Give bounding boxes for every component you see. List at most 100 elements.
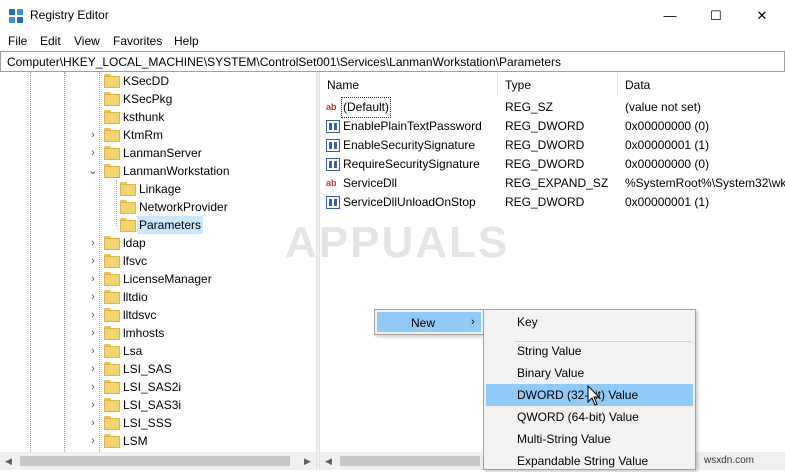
folder-icon: [104, 344, 120, 358]
menu-favorites[interactable]: Favorites: [113, 34, 162, 48]
menu-item-new[interactable]: New ›: [377, 312, 481, 332]
submenu-item-qword-value[interactable]: QWORD (64-bit) Value: [486, 406, 693, 428]
submenu-item-string-value[interactable]: String Value: [486, 340, 693, 362]
registry-editor-icon: [9, 9, 23, 23]
expand-icon[interactable]: ›: [88, 144, 98, 162]
value-row[interactable]: ab (Default) REG_SZ (value not set): [320, 97, 785, 118]
value-data: 0x00000001 (1): [625, 138, 710, 152]
expand-icon[interactable]: ›: [88, 432, 98, 450]
tree-guide-line: [99, 72, 100, 452]
expand-icon[interactable]: [88, 72, 98, 90]
tree-horizontal-scrollbar[interactable]: ◀ ▶: [0, 452, 316, 470]
collapse-icon[interactable]: ⌄: [88, 162, 98, 180]
value-row[interactable]: ab ServiceDll REG_EXPAND_SZ %SystemRoot%…: [320, 174, 785, 193]
expand-icon[interactable]: ›: [88, 234, 98, 252]
close-button[interactable]: ✕: [739, 0, 785, 31]
scroll-thumb[interactable]: [340, 456, 480, 466]
scroll-right-icon[interactable]: ▶: [299, 452, 316, 470]
expand-icon[interactable]: ›: [88, 342, 98, 360]
expand-icon[interactable]: ›: [88, 378, 98, 396]
folder-icon: [104, 146, 120, 160]
value-type: REG_SZ: [505, 100, 554, 114]
value-row[interactable]: EnableSecuritySignature REG_DWORD 0x0000…: [320, 136, 785, 155]
tree-item-label: Linkage: [139, 182, 182, 196]
expand-icon[interactable]: ›: [88, 306, 98, 324]
value-type: REG_DWORD: [505, 138, 585, 152]
folder-icon: [104, 326, 120, 340]
tree-guide-line: [30, 72, 31, 452]
folder-icon: [104, 92, 120, 106]
menu-view[interactable]: View: [74, 34, 100, 48]
value-name: ServiceDllUnloadOnStop: [343, 195, 476, 209]
title-bar: Registry Editor — ☐ ✕: [0, 0, 785, 31]
column-header-data[interactable]: Data: [618, 72, 785, 96]
string-value-icon: ab: [326, 178, 337, 188]
expand-icon[interactable]: ›: [88, 360, 98, 378]
tree-item-label: lltdsvc: [123, 308, 157, 322]
expand-icon[interactable]: ›: [88, 288, 98, 306]
binary-value-icon: [326, 139, 340, 152]
tree-guide-line: [116, 180, 117, 226]
value-data: 0x00000001 (1): [625, 195, 710, 209]
binary-value-icon: [326, 120, 340, 133]
window-title: Registry Editor: [30, 8, 109, 22]
tree-item-label: LicenseManager: [123, 272, 212, 286]
folder-icon: [104, 74, 120, 88]
column-header-type[interactable]: Type: [498, 72, 618, 96]
scroll-left-icon[interactable]: ◀: [320, 452, 337, 470]
value-name: ServiceDll: [343, 176, 398, 190]
submenu-item-multi-string-value[interactable]: Multi-String Value: [486, 428, 693, 450]
expand-icon[interactable]: ›: [88, 270, 98, 288]
expand-icon[interactable]: ›: [88, 414, 98, 432]
expand-icon[interactable]: [88, 108, 98, 126]
expand-icon[interactable]: [88, 90, 98, 108]
value-row[interactable]: ServiceDllUnloadOnStop REG_DWORD 0x00000…: [320, 193, 785, 212]
tree-item-label: KtmRm: [123, 128, 163, 142]
submenu-item-label: Expandable String Value: [517, 454, 649, 468]
column-header-name[interactable]: Name: [320, 72, 498, 96]
scroll-left-icon[interactable]: ◀: [0, 452, 17, 470]
value-row[interactable]: RequireSecuritySignature REG_DWORD 0x000…: [320, 155, 785, 174]
folder-icon: [120, 182, 136, 196]
folder-icon: [104, 290, 120, 304]
menu-file[interactable]: File: [8, 34, 27, 48]
key-tree-pane[interactable]: KSecDD KSecPkg ksthunk › KtmRm › LanmanS…: [0, 72, 316, 452]
submenu-item-key[interactable]: Key: [486, 311, 693, 333]
menu-bar: File Edit View Favorites Help: [0, 31, 785, 51]
submenu-item-expandable-string-value[interactable]: Expandable String Value: [486, 450, 693, 472]
binary-value-icon: [326, 196, 340, 209]
tree-item-label: LSI_SAS2i: [123, 380, 182, 394]
expand-icon[interactable]: ›: [88, 396, 98, 414]
value-data: 0x00000000 (0): [625, 157, 710, 171]
maximize-button[interactable]: ☐: [693, 0, 739, 31]
expand-icon[interactable]: ›: [88, 126, 98, 144]
folder-icon: [104, 398, 120, 412]
value-type: REG_DWORD: [505, 157, 585, 171]
folder-icon: [104, 236, 120, 250]
submenu-item-binary-value[interactable]: Binary Value: [486, 362, 693, 384]
submenu-item-label: QWORD (64-bit) Value: [517, 410, 639, 424]
value-type: REG_DWORD: [505, 195, 585, 209]
tree-item-label: LSI_SSS: [123, 416, 172, 430]
folder-icon: [104, 128, 120, 142]
expand-icon[interactable]: ›: [88, 252, 98, 270]
minimize-button[interactable]: —: [647, 0, 693, 31]
expand-icon[interactable]: ›: [88, 324, 98, 342]
tree-item-label: ldap: [123, 236, 146, 250]
watermark: APPUALS: [285, 218, 510, 267]
tree-item-label: LSI_SAS3i: [123, 398, 182, 412]
menu-help[interactable]: Help: [174, 34, 199, 48]
folder-icon: [104, 110, 120, 124]
string-value-icon: ab: [326, 102, 337, 112]
menu-item-new-label: New: [411, 316, 436, 330]
address-bar[interactable]: Computer\HKEY_LOCAL_MACHINE\SYSTEM\Contr…: [0, 51, 785, 72]
value-row[interactable]: EnablePlainTextPassword REG_DWORD 0x0000…: [320, 117, 785, 136]
folder-icon: [104, 434, 120, 448]
tree-guide-line: [64, 72, 65, 452]
folder-icon: [104, 416, 120, 430]
menu-edit[interactable]: Edit: [40, 34, 61, 48]
scroll-thumb[interactable]: [20, 456, 290, 466]
tree-item-label: KSecPkg: [123, 92, 173, 106]
tree-item-label: ksthunk: [123, 110, 165, 124]
tree-item-label: LSM: [123, 434, 148, 448]
